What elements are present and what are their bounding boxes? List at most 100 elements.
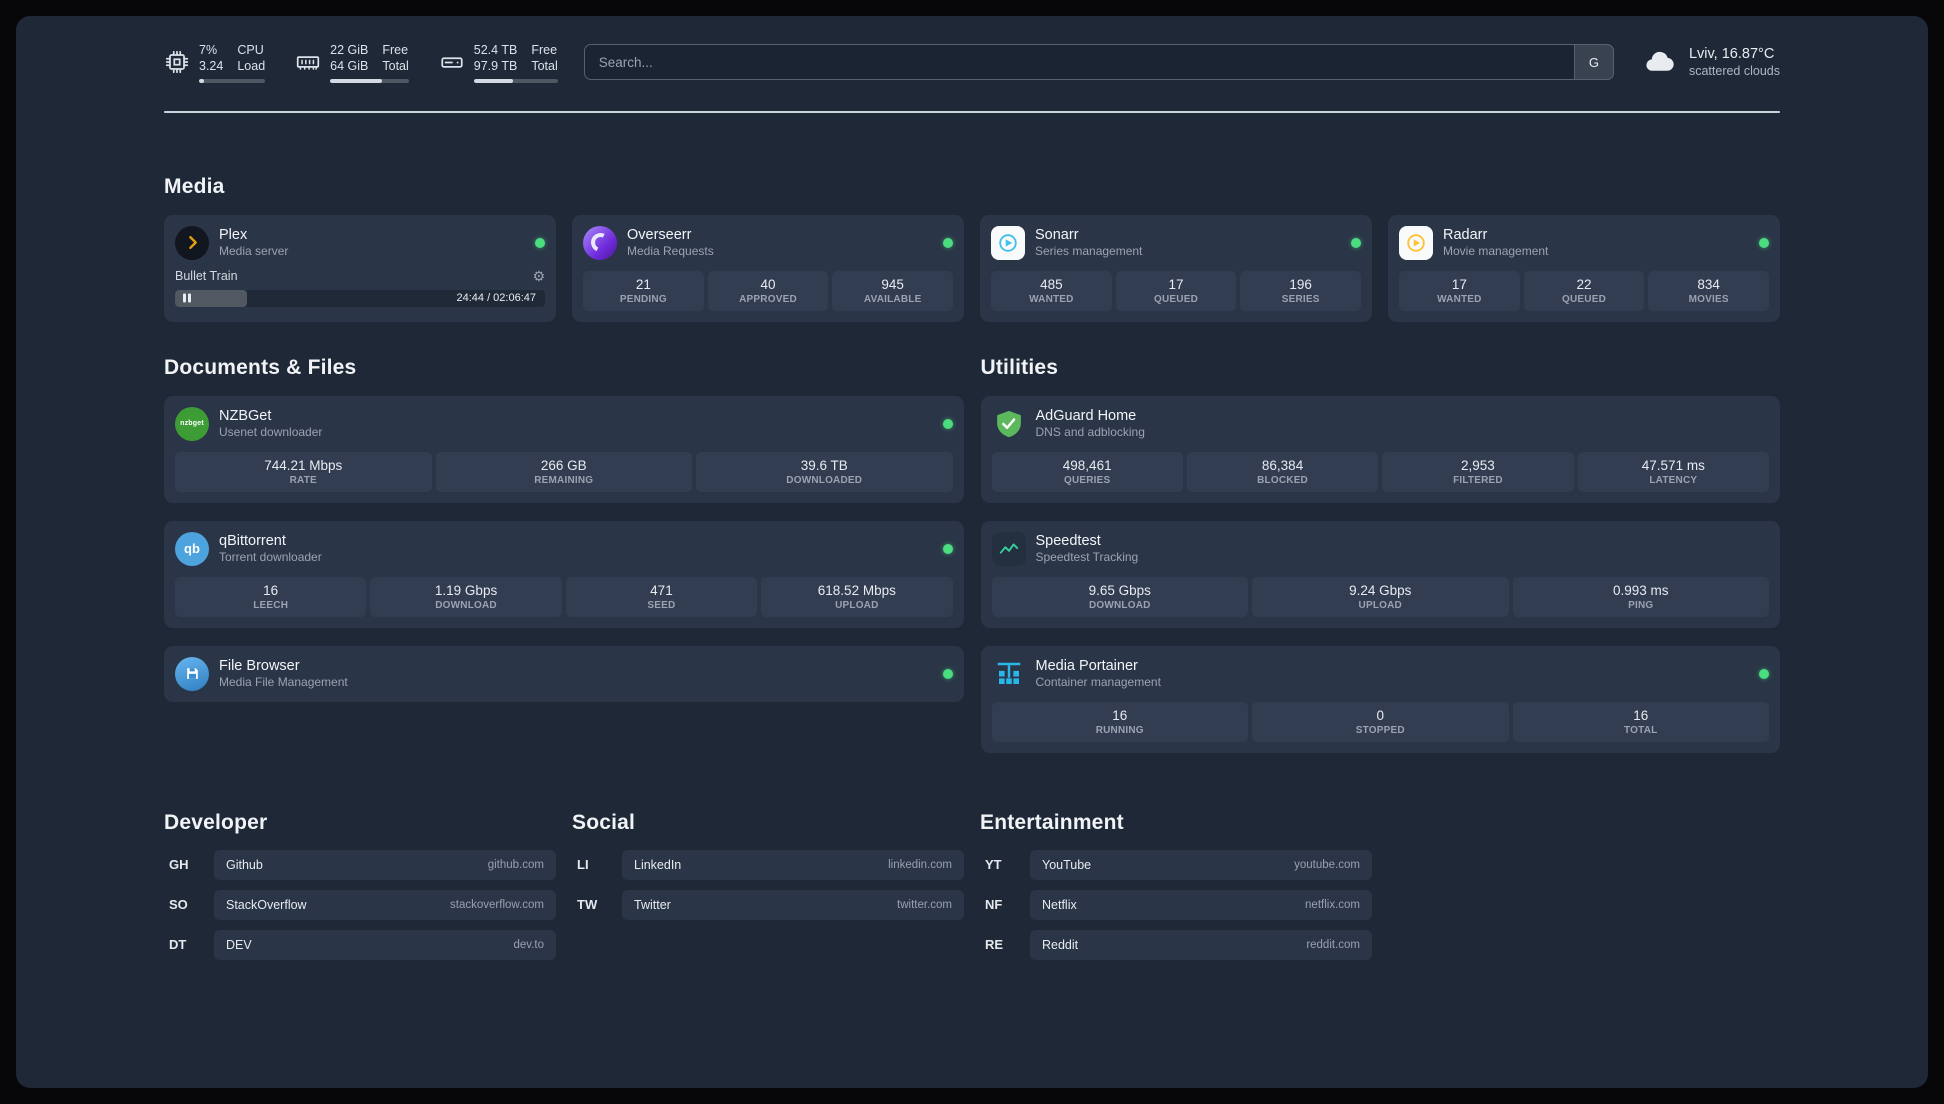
- overseerr-icon: [583, 225, 617, 260]
- bookmark-name: Reddit: [1042, 937, 1079, 952]
- top-bar: 7% CPU 3.24 Load 22 GiB Free 64 GiB Tota…: [164, 42, 1780, 83]
- bookmark-linkedin[interactable]: LinkedIn linkedin.com: [622, 849, 964, 880]
- search-bar: G: [583, 44, 1614, 81]
- section-title-social: Social: [572, 810, 636, 834]
- stat-label: STOPPED: [1355, 724, 1405, 736]
- stat-queued: 22 QUEUED: [1523, 270, 1645, 311]
- bookmark-url: dev.to: [513, 938, 544, 951]
- bookmark-abbr: RE: [985, 937, 1004, 952]
- stat-approved: 40 APPROVED: [707, 270, 829, 311]
- stat-value: 471: [650, 582, 673, 598]
- stat-value: 9.24 Gbps: [1349, 582, 1412, 598]
- stat-download: 9.65 Gbps DOWNLOAD: [991, 576, 1248, 617]
- sonarr-icon: [991, 225, 1025, 260]
- status-dot: [1759, 237, 1769, 248]
- bookmark-name: LinkedIn: [634, 857, 682, 872]
- stat-label: QUEUED: [1562, 293, 1606, 305]
- disk-usage-bar-fill: [473, 78, 514, 83]
- stat-label: LEECH: [253, 599, 289, 611]
- service-card-adguard[interactable]: AdGuard Home DNS and adblocking 498,461 …: [980, 395, 1780, 503]
- stat-value: 16: [263, 582, 279, 598]
- stat-label: RUNNING: [1095, 724, 1144, 736]
- stat-movies: 834 MOVIES: [1648, 270, 1770, 311]
- bookmark-row: DT DEV dev.to: [164, 929, 556, 960]
- search-provider-button[interactable]: G: [1573, 44, 1614, 81]
- disk-icon: [441, 57, 463, 68]
- bookmark-twitter[interactable]: Twitter twitter.com: [622, 889, 964, 920]
- stat-value: 498,461: [1062, 457, 1112, 473]
- bookmark-url: netflix.com: [1305, 898, 1360, 911]
- pause-icon[interactable]: [183, 293, 191, 303]
- status-dot: [943, 237, 953, 248]
- service-card-speedtest[interactable]: Speedtest Speedtest Tracking 9.65 Gbps D…: [980, 520, 1780, 628]
- service-card-filebrowser[interactable]: File Browser Media File Management: [164, 645, 964, 702]
- stat-value: 22: [1576, 276, 1592, 292]
- playback-progress-bar[interactable]: 24:44 / 02:06:47: [175, 289, 545, 307]
- service-name: Media Portainer: [1035, 657, 1138, 674]
- cpu-usage-bar: [199, 78, 266, 83]
- stat-series: 196 SERIES: [1240, 270, 1362, 311]
- bookmark-netflix[interactable]: Netflix netflix.com: [1030, 889, 1372, 920]
- stat-upload: 618.52 Mbps UPLOAD: [761, 576, 953, 617]
- stat-value: 17: [1168, 276, 1184, 292]
- bookmark-url: linkedin.com: [888, 858, 952, 871]
- bookmark-stackoverflow[interactable]: StackOverflow stackoverflow.com: [214, 889, 556, 920]
- bookmark-github[interactable]: Github github.com: [214, 849, 556, 880]
- service-card-overseerr[interactable]: Overseerr Media Requests 21 PENDING 40 A…: [572, 214, 964, 322]
- disk-total-label: Total: [531, 59, 558, 74]
- stat-label: QUERIES: [1063, 474, 1111, 486]
- bookmark-abbr: TW: [577, 897, 598, 912]
- stat-running: 16 RUNNING: [991, 701, 1248, 742]
- bookmark-abbr: YT: [985, 857, 1002, 872]
- service-description: Usenet downloader: [219, 424, 323, 439]
- status-dot: [1351, 237, 1361, 248]
- service-card-plex[interactable]: Plex Media server Bullet Train ⚙ 24:44 /…: [164, 214, 556, 322]
- bookmark-row: YT YouTube youtube.com: [980, 849, 1372, 880]
- stat-value: 485: [1040, 276, 1063, 292]
- bookmark-abbr: SO: [169, 897, 188, 912]
- section-title-media: Media: [164, 174, 225, 198]
- stat-label: REMAINING: [534, 474, 594, 486]
- stat-queries: 498,461 QUERIES: [991, 451, 1183, 492]
- bookmark-url: reddit.com: [1306, 938, 1360, 951]
- disk-free-value: 52.4 TB: [473, 43, 518, 57]
- stat-value: 2,953: [1461, 457, 1495, 473]
- service-description: Torrent downloader: [219, 549, 322, 564]
- cpu-load-label: Load: [237, 59, 266, 74]
- bookmark-dev[interactable]: DEV dev.to: [214, 929, 556, 960]
- stat-rate: 744.21 Mbps RATE: [175, 451, 432, 492]
- section-title-entertainment: Entertainment: [980, 810, 1124, 834]
- stat-value: 196: [1289, 276, 1312, 292]
- weather-widget[interactable]: Lviv, 16.87°C scattered clouds: [1640, 46, 1780, 78]
- stat-value: 39.6 TB: [800, 457, 848, 473]
- bookmark-row: LI LinkedIn linkedin.com: [572, 849, 964, 880]
- stat-wanted: 485 WANTED: [991, 270, 1112, 311]
- cpu-usage-bar-fill: [199, 78, 204, 83]
- stat-blocked: 86,384 BLOCKED: [1186, 451, 1379, 492]
- stat-label: DOWNLOAD: [1088, 599, 1151, 611]
- bookmark-row: RE Reddit reddit.com: [980, 929, 1372, 960]
- service-card-qbittorrent[interactable]: qb qBittorrent Torrent downloader 16 LEE…: [164, 520, 964, 628]
- stat-label: TOTAL: [1624, 724, 1658, 736]
- memory-widget: 22 GiB Free 64 GiB Total: [295, 42, 409, 83]
- memory-icon: [296, 56, 320, 71]
- resource-widgets: 7% CPU 3.24 Load 22 GiB Free 64 GiB Tota…: [164, 42, 558, 83]
- service-card-radarr[interactable]: Radarr Movie management 17 WANTED 22 QUE…: [1388, 214, 1780, 322]
- nzbget-icon: nzbget: [175, 406, 209, 441]
- gear-icon[interactable]: ⚙: [532, 269, 545, 283]
- bookmark-youtube[interactable]: YouTube youtube.com: [1030, 849, 1372, 880]
- service-name: qBittorrent: [219, 532, 286, 549]
- service-name: File Browser: [219, 657, 300, 674]
- stat-label: FILTERED: [1453, 474, 1503, 486]
- service-card-nzbget[interactable]: nzbget NZBGet Usenet downloader 744.21 M…: [164, 395, 964, 503]
- stat-download: 1.19 Gbps DOWNLOAD: [370, 576, 562, 617]
- stat-label: SERIES: [1281, 293, 1320, 305]
- search-input[interactable]: [583, 44, 1614, 81]
- memory-usage-bar-fill: [330, 78, 383, 83]
- bookmark-reddit[interactable]: Reddit reddit.com: [1030, 929, 1372, 960]
- stat-label: WANTED: [1437, 293, 1482, 305]
- header-divider: [164, 110, 1780, 113]
- bookmark-row: TW Twitter twitter.com: [572, 889, 964, 920]
- service-card-sonarr[interactable]: Sonarr Series management 485 WANTED 17 Q…: [980, 214, 1372, 322]
- service-card-portainer[interactable]: Media Portainer Container management 16 …: [980, 645, 1780, 753]
